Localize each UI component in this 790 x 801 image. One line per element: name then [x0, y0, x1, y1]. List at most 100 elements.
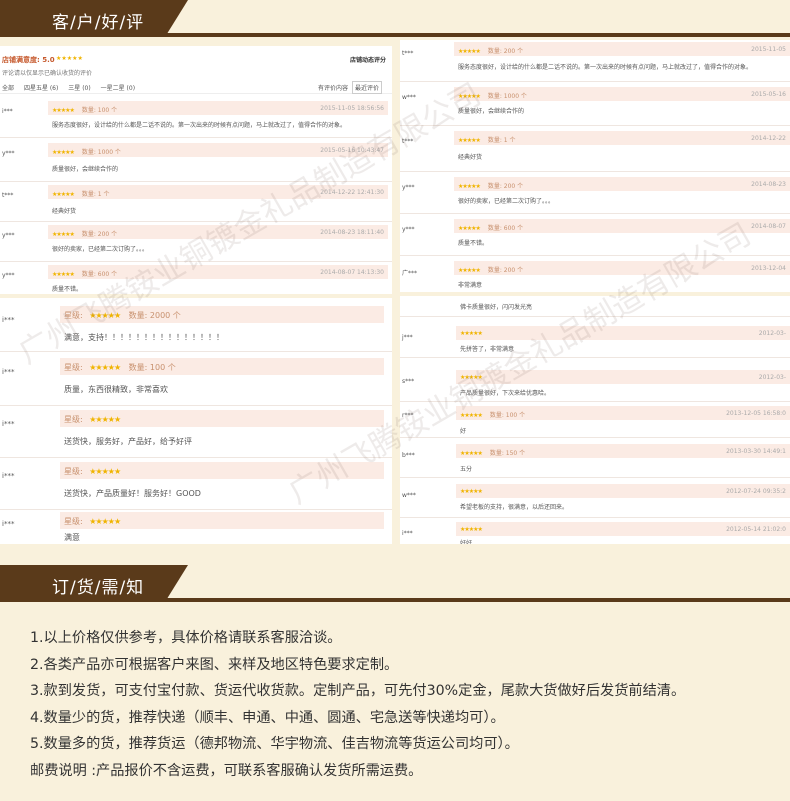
review-date: 2012-03- [758, 330, 786, 337]
review-meta-bar: ★★★★★ 数量: 600 个 2014-08-07 14:13:30 [48, 265, 388, 279]
divider [0, 457, 392, 458]
review-item: y*** ★★★★★ 数量: 600 个 2014-08-07 14:13:30… [0, 262, 392, 294]
review-meta-bar: ★★★★★ 数量: 200 个 2015-11-05 [454, 42, 790, 56]
ordering-notes: 1.以上价格仅供参考，具体价格请联系客服洽谈。 2.各类产品亦可根据客户来图、来… [30, 625, 780, 785]
toolbar-subtitle: 评论请以仅显示已确认收货的评价 [2, 70, 93, 77]
review-qty: 数量: 100 个 [489, 412, 526, 419]
star-rating-icon: ★★★★★ [460, 412, 483, 419]
score-dropdown[interactable]: 店铺动态评分 [350, 55, 386, 64]
review-item: y*** ★★★★★ 数量: 600 个 2014-08-07 质量不错。 [400, 216, 790, 256]
star-rating-icon: ★★★★★ [52, 107, 75, 114]
star-rating-icon: ★★★★★ [460, 374, 483, 381]
review-user: w*** [402, 94, 416, 101]
review-user: r*** [402, 412, 414, 419]
review-qty: 数量: 200 个 [81, 231, 118, 238]
review-item: y*** ★★★★★ 数量: 200 个 2014-08-23 很好的卖家，已经… [400, 174, 790, 214]
review-meta-bar: ★★★★★ 2012-05-14 21:02:0 [456, 522, 790, 536]
reviews-title: 客/户/好/评 [52, 13, 145, 33]
review-date: 2013-12-05 16:58:0 [726, 410, 786, 417]
review-date: 2012-05-14 21:02:0 [726, 526, 786, 533]
divider [400, 81, 790, 82]
review-date: 2014-12-22 [751, 135, 786, 142]
divider [400, 213, 790, 214]
filter-3-stars[interactable]: 三星 (0) [68, 85, 90, 92]
star-rating-icon: ★★★★★ [52, 191, 75, 198]
review-user: t*** [2, 192, 14, 199]
review-meta-bar: 星级: ★★★★★ [60, 462, 384, 479]
divider [400, 171, 790, 172]
filter-group: 全部 四星五星 (6) 三星 (0) 一星二星 (0) [2, 83, 135, 92]
review-item: 广*** ★★★★★ 数量: 200 个 2013-12-04 非常满意 [400, 258, 790, 292]
review-date: 2015-05-16 [751, 91, 786, 98]
review-meta-bar: ★★★★★ 数量: 100 个 2013-12-05 16:58:0 [456, 406, 790, 420]
divider [400, 437, 790, 438]
review-user: y*** [2, 272, 15, 279]
review-qty: 数量: 100 个 [81, 107, 118, 114]
filter-1-2-stars[interactable]: 一星二星 (0) [101, 85, 135, 92]
review-qty: 数量: 1 个 [487, 137, 516, 144]
toolbar: 店铺满意度: 5.0 ★★★★★ 店铺动态评分 评论请以仅显示已确认收货的评价 … [0, 46, 392, 94]
review-item: i*** 星级: ★★★★★ 送货快，产品质量好！服务好！GOOD [0, 460, 392, 510]
review-text: 质量很好，会继续合作的 [458, 108, 525, 115]
star-label: 星级: [64, 363, 83, 372]
review-text: 送货快，产品质量好！服务好！GOOD [64, 489, 201, 498]
star-rating-icon: ★★★★★ [460, 330, 483, 337]
star-rating-icon: ★★★★★ [52, 271, 75, 278]
header-tab: 订/货/需/知 [0, 565, 188, 602]
review-text: 很好的卖家，已经第二次订购了。。。 [52, 246, 149, 253]
review-item: r*** ★★★★★ 数量: 100 个 2013-12-05 16:58:0 … [400, 402, 790, 438]
review-meta-bar: 星级: ★★★★★ [60, 410, 384, 427]
review-meta-bar: ★★★★★ 数量: 200 个 2014-08-23 [454, 177, 790, 191]
divider [400, 517, 790, 518]
review-text: 满意 [64, 533, 80, 542]
review-qty: 数量: 2000 个 [128, 311, 181, 320]
review-item: t*** ★★★★★ 数量: 200 个 2015-11-05 服务态度很好，设… [400, 40, 790, 82]
star-rating-icon: ★★★★★ [458, 267, 481, 274]
review-text: 经典好货 [458, 154, 483, 161]
notice-title: 订/货/需/知 [52, 578, 145, 598]
review-panel-top-left: 店铺满意度: 5.0 ★★★★★ 店铺动态评分 评论请以仅显示已确认收货的评价 … [0, 46, 392, 294]
review-meta-bar: ★★★★★ 2012-03- [456, 370, 790, 384]
review-date: 2014-08-23 18:11:40 [320, 229, 384, 236]
filter-4-5-stars[interactable]: 四星五星 (6) [24, 85, 58, 92]
review-item: b*** ★★★★★ 数量: 150 个 2013-03-30 14:49:1 … [400, 442, 790, 478]
review-meta-bar: ★★★★★ 数量: 1 个 2014-12-22 12:41:30 [48, 185, 388, 199]
shipping-note: 邮费说明 :产品报价不含运费，可联系客服确认发货所需运费。 [30, 762, 423, 779]
review-user: t*** [402, 138, 414, 145]
review-item: i*** 星级: ★★★★★ 送货快，服务好，产品好，给予好评 [0, 408, 392, 458]
review-meta-bar: ★★★★★ 数量: 100 个 2015-11-05 18:56:56 [48, 101, 388, 115]
review-user: b*** [402, 452, 415, 459]
divider [400, 125, 790, 126]
review-date: 2015-05-16 10:43:47 [320, 147, 384, 154]
review-date: 2014-08-07 14:13:30 [320, 269, 384, 276]
review-qty: 数量: 200 个 [487, 48, 524, 55]
review-qty: 数量: 100 个 [128, 363, 176, 372]
review-item: i*** ★★★★★ 数量: 100 个 2015-11-05 18:56:56… [0, 98, 392, 138]
has-content-checkbox[interactable]: 有评价内容 [318, 83, 348, 92]
star-rating-icon: ★★★★★ [52, 149, 75, 156]
review-qty: 数量: 200 个 [487, 267, 524, 274]
star-rating-icon: ★★★★★ [460, 526, 483, 533]
review-user: 广*** [402, 270, 418, 277]
star-rating-icon: ★★★★★ [458, 183, 481, 190]
note-line: 3.款到发货，可支付宝付款、货运代收货款。定制产品，可先付30%定金，尾款大货做… [30, 683, 686, 700]
star-rating-icon: ★★★★★ [89, 363, 121, 372]
star-label: 星级: [64, 517, 83, 526]
star-rating-icon: ★★★★★ [458, 137, 481, 144]
note-line: 4.数量少的货，推荐快递（顺丰、申通、中通、圆通、宅急送等快递均可）。 [30, 709, 505, 726]
review-user: y*** [402, 226, 415, 233]
filter-all[interactable]: 全部 [2, 85, 14, 92]
review-date: 2013-12-04 [751, 265, 786, 272]
sort-select[interactable]: 最近评价 [352, 81, 383, 94]
review-meta-bar: ★★★★★ 数量: 1000 个 2015-05-16 [454, 87, 790, 101]
review-user: i*** [2, 316, 15, 324]
star-rating-icon: ★★★★★ [89, 467, 121, 476]
review-date: 2015-11-05 18:56:56 [320, 105, 384, 112]
review-user: w*** [402, 492, 416, 499]
review-user: t*** [402, 50, 414, 57]
review-user: i*** [2, 520, 15, 528]
review-text: 服务态度很好，设计给的什么都是二话不说的。第一次出来的时候有点问题，马上就改过了… [52, 122, 347, 129]
review-user: y*** [2, 150, 15, 157]
review-text: 质量很好，会继续合作的 [52, 166, 119, 173]
review-date: 2014-08-23 [751, 181, 786, 188]
